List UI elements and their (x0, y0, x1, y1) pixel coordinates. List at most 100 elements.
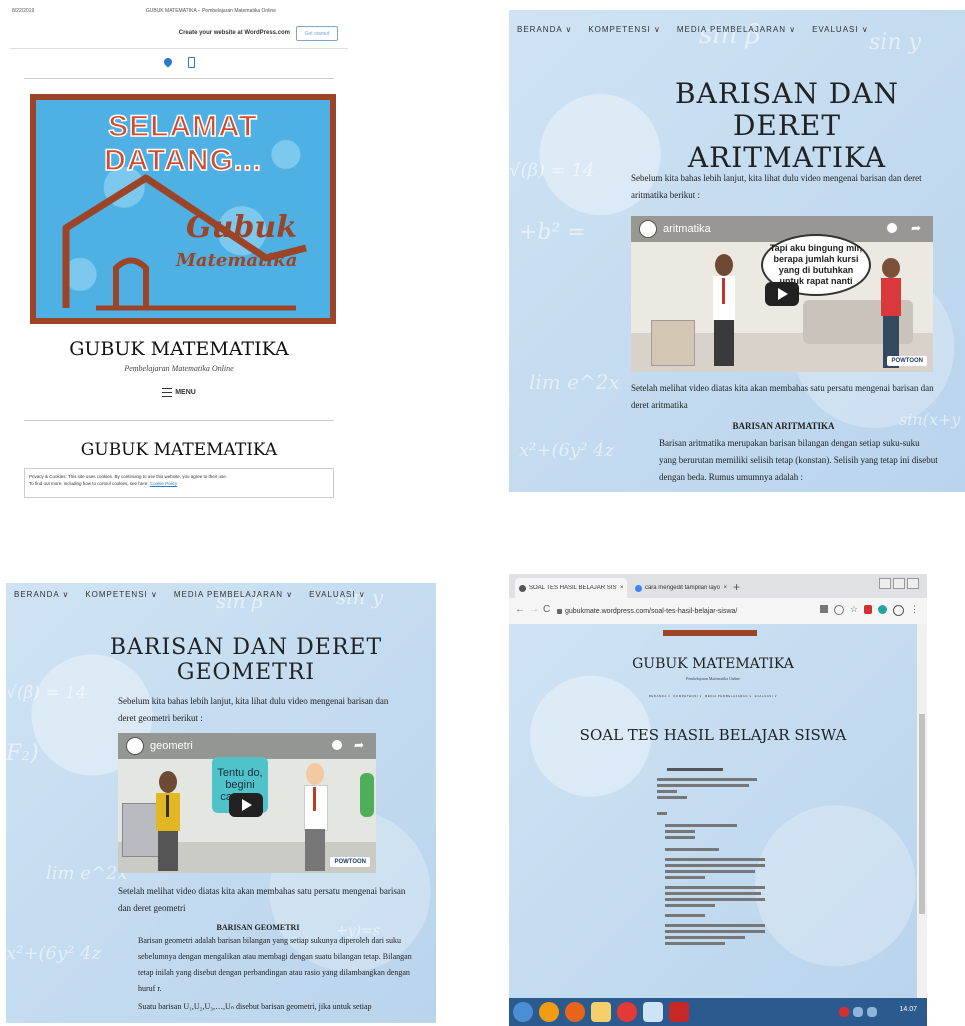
profile-icon[interactable] (893, 605, 904, 616)
page-viewport[interactable]: GUBUK MATEMATIKA Pembelajaran Matematika… (509, 624, 917, 998)
tab-soal-tes-label: SOAL TES HASIL BELAJAR SISWA (529, 585, 617, 591)
welcome-banner: SELAMAT DATANG... Gubuk Matematika (30, 94, 336, 324)
tab-cara-mengedit[interactable]: cara mengedit tampilan layo × (631, 578, 727, 598)
firefox-icon[interactable] (565, 1002, 585, 1022)
nav-media-pembelajaran[interactable]: MEDIA PEMBELAJARAN ∨ (174, 590, 293, 599)
menu-label: MENU (175, 389, 196, 396)
new-tab-icon[interactable]: + (733, 580, 740, 594)
translate-icon[interactable] (819, 605, 828, 613)
tab-soal-tes[interactable]: SOAL TES HASIL BELAJAR SISWA × (515, 578, 627, 598)
clock-icon[interactable] (887, 223, 897, 233)
after-video-paragraph: Setelah melihat video diatas kita akan m… (118, 886, 406, 913)
clock-icon[interactable] (332, 740, 342, 750)
page-title: BARISAN DAN DERET ARITMATIKA (619, 78, 955, 174)
browser-tab-strip: SOAL TES HASIL BELAJAR SISWA × cara meng… (509, 574, 927, 598)
section-title: GUBUK MATEMATIKA (80, 440, 278, 460)
nav-beranda[interactable]: BERANDA ∨ (517, 25, 572, 34)
nav-bar: BERANDA ∨ KOMPETENSI ∨ MEDIA PEMBELAJARA… (6, 583, 436, 605)
nav-media-pembelajaran[interactable]: MEDIA PEMBELAJARAN ∨ (677, 25, 796, 34)
cabinet (651, 320, 695, 366)
extension-red-icon[interactable] (864, 605, 872, 614)
formula-paragraph: Suatu barisan U₁,U₂,U₃,…,Uₙ disebut bari… (138, 1002, 372, 1011)
notes-icon[interactable] (643, 1002, 663, 1022)
cookie-text-line2: To find out more, including how to contr… (29, 481, 178, 486)
play-button[interactable] (765, 282, 799, 306)
menu-button[interactable]: MENU (10, 388, 348, 397)
close-icon[interactable]: × (620, 585, 624, 591)
site-tagline: Pembelajaran Matematika Online (124, 364, 234, 373)
maximize-icon[interactable] (893, 578, 905, 589)
share-icon[interactable]: ➦ (354, 738, 364, 752)
page-title-line1: BARISAN DAN DERET (675, 77, 899, 142)
toolbar-icons: ☆ ⋮ (819, 605, 919, 616)
taskbar-clock[interactable]: 14.07 (899, 1006, 917, 1013)
close-icon[interactable]: × (723, 585, 727, 591)
tray-icon[interactable] (853, 1007, 863, 1017)
address-bar-row: ← → C gubukmate.wordpress.com/soal-tes-h… (509, 598, 927, 625)
folder-icon[interactable] (591, 1002, 611, 1022)
video-title-bar: geometri ➦ (118, 733, 376, 759)
share-icon[interactable]: ➦ (911, 221, 921, 235)
nav-beranda[interactable]: BERANDA ∨ (14, 590, 69, 599)
wordpress-favicon (519, 584, 526, 592)
bg-formula: +b² = (519, 220, 586, 245)
start-icon[interactable] (513, 1002, 533, 1022)
panel-geometri: sin β sin y √(β) = 14 F₂) lim e^2x x²+(6… (6, 583, 436, 1023)
extension-green-icon[interactable] (878, 605, 887, 614)
nav-kompetensi[interactable]: KOMPETENSI ∨ (673, 694, 702, 698)
character-man-white (300, 763, 330, 871)
divider-top (24, 78, 334, 79)
url-field[interactable]: gubukmate.wordpress.com/soal-tes-hasil-b… (557, 603, 819, 619)
forward-icon[interactable]: → (529, 604, 539, 615)
back-icon[interactable]: ← (515, 604, 525, 615)
phone-icon[interactable] (187, 57, 195, 68)
reload-icon[interactable]: C (543, 604, 550, 615)
nav-evaluasi[interactable]: EVALUASI ∨ (309, 590, 366, 599)
nav-media-pembelajaran[interactable]: MEDIA PEMBELAJARAN ∨ (705, 694, 752, 698)
minimize-icon[interactable] (879, 578, 891, 589)
get-started-button[interactable]: Get started (296, 26, 338, 41)
channel-avatar[interactable] (126, 737, 144, 755)
video-title[interactable]: aritmatika (663, 223, 711, 235)
video-title[interactable]: geometri (150, 740, 193, 752)
bg-formula: F₂) (6, 741, 39, 766)
pdf-icon[interactable] (669, 1002, 689, 1022)
cookie-notice: Privacy & Cookies: This site uses cookie… (24, 468, 334, 498)
close-window-icon[interactable] (907, 578, 919, 589)
map-pin-icon[interactable] (161, 56, 174, 68)
cookie-policy-link[interactable]: Cookie Policy (150, 481, 177, 486)
welcome-banner-inner: SELAMAT DATANG... Gubuk Matematika (36, 100, 330, 318)
video-player[interactable]: aritmatika ➦ Tapi aku bingung mir, berap… (631, 216, 933, 372)
nav-beranda[interactable]: BERANDA ∨ (649, 694, 671, 698)
more-menu-icon[interactable]: ⋮ (910, 605, 919, 616)
print-date: 8/22/2019 (12, 8, 35, 14)
tray-icon[interactable] (867, 1007, 877, 1017)
nav-kompetensi[interactable]: KOMPETENSI ∨ (85, 590, 158, 599)
zoom-icon[interactable] (833, 605, 844, 615)
divider-mid (24, 420, 334, 421)
star-icon[interactable]: ☆ (850, 605, 858, 616)
intro-paragraph: Sebelum kita bahas lebih lanjut, kita li… (118, 696, 389, 723)
bg-formula: √(β) = 14 (509, 160, 595, 181)
browser-print-header: 8/22/2019 GUBUK MATEMATIKA – Pembelajara… (10, 6, 348, 18)
media-player-icon[interactable] (539, 1002, 559, 1022)
nav-bar: BERANDA ∨ KOMPETENSI ∨ MEDIA PEMBELAJARA… (509, 10, 965, 48)
site-title[interactable]: GUBUK MATEMATIKA (10, 338, 348, 360)
play-button[interactable] (229, 793, 263, 817)
scrollbar-thumb[interactable] (919, 714, 925, 914)
video-player[interactable]: geometri ➦ Tentu do, begini caranya POWT… (118, 733, 376, 873)
question-document (657, 768, 767, 968)
bg-formula: lim e^2x (46, 863, 128, 884)
wordpress-banner: Create your website at WordPress.com Get… (10, 20, 348, 49)
wordpress-banner-text[interactable]: Create your website at WordPress.com (179, 30, 290, 36)
nav-evaluasi[interactable]: EVALUASI ∨ (755, 694, 777, 698)
nav-kompetensi[interactable]: KOMPETENSI ∨ (588, 25, 661, 34)
scrollbar[interactable] (917, 624, 927, 998)
chrome-icon[interactable] (617, 1002, 637, 1022)
tray-icon[interactable] (839, 1007, 849, 1017)
tab-cara-mengedit-label: cara mengedit tampilan layo (644, 585, 720, 591)
site-title[interactable]: GUBUK MATEMATIKA (509, 656, 917, 672)
nav-evaluasi[interactable]: EVALUASI ∨ (812, 25, 869, 34)
channel-avatar[interactable] (639, 220, 657, 238)
powtoon-badge: POWTOON (330, 857, 370, 867)
